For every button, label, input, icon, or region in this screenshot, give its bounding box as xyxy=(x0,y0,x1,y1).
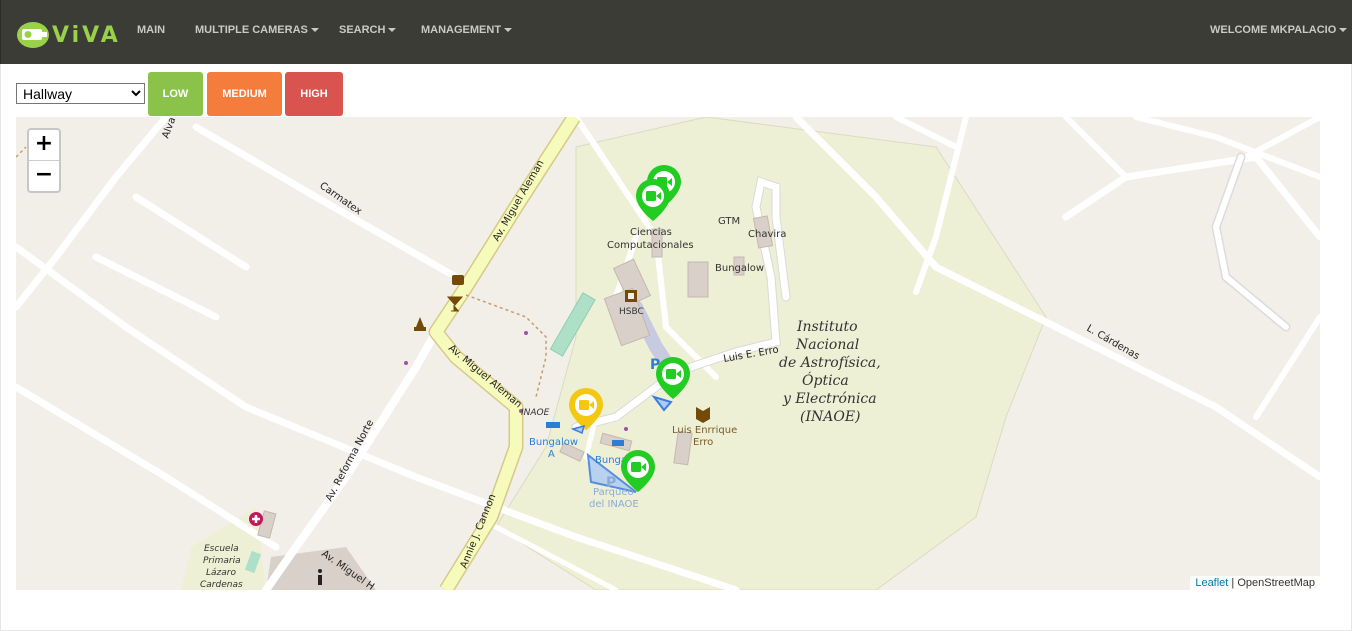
nav-user-menu[interactable]: WELCOME MKPALACIO xyxy=(1210,24,1348,36)
place-label: Erro xyxy=(693,437,713,448)
attribution-separator: | xyxy=(1228,577,1238,589)
place-label: Luis Enrrique xyxy=(672,425,737,436)
institute-label: Nacional xyxy=(795,337,859,353)
institute-label: de Astrofísica, xyxy=(779,355,881,371)
place-label: GTM xyxy=(718,216,740,227)
nav-multiple-cameras[interactable]: MULTIPLE CAMERAS xyxy=(195,24,319,36)
zoom-out-button[interactable]: − xyxy=(29,160,59,191)
road-label: Av. Miguel Aleman xyxy=(446,343,523,411)
nav-user-label: WELCOME MKPALACIO xyxy=(1210,24,1337,36)
place-label: HSBC xyxy=(619,307,644,317)
zoom-in-button[interactable]: + xyxy=(29,130,59,160)
place-label: A xyxy=(548,449,555,460)
map-attribution: Leaflet | OpenStreetMap xyxy=(1190,576,1320,590)
school-label: Escuela xyxy=(204,544,239,554)
caret-down-icon xyxy=(310,28,319,33)
low-button[interactable]: LOW xyxy=(148,72,203,116)
zoom-control: + − xyxy=(27,128,61,193)
institute-label: (INAOE) xyxy=(800,409,861,425)
school-label: Lázaro xyxy=(206,568,236,578)
brand-logo[interactable]: ViVA xyxy=(16,19,121,51)
place-label: del INAOE xyxy=(589,499,639,510)
high-button[interactable]: HIGH xyxy=(285,72,343,116)
leaflet-link[interactable]: Leaflet xyxy=(1195,577,1228,589)
restaurant-icon xyxy=(452,275,464,285)
place-label: Bungalow xyxy=(715,263,764,274)
nav-search-label: SEARCH xyxy=(339,24,386,36)
monument-icon xyxy=(414,317,426,331)
map-tiles[interactable]: Av. Miguel Aleman Av. Miguel Aleman Av. … xyxy=(16,117,1320,590)
place-label: Computacionales xyxy=(607,240,694,251)
school-label: Primaria xyxy=(203,556,241,566)
school-label: Cardenas xyxy=(200,580,243,590)
parking-label: P xyxy=(606,475,616,491)
top-navbar: ViVA MAIN MULTIPLE CAMERAS SEARCH MANAGE… xyxy=(0,0,1352,64)
road-label: Annie J. Cannon xyxy=(459,493,499,571)
nav-main-label: MAIN xyxy=(137,24,166,36)
road-label: Av. Miguel Aleman xyxy=(491,158,546,243)
information-icon xyxy=(318,569,322,585)
place-label: Chavira xyxy=(748,229,786,240)
osm-credit: OpenStreetMap xyxy=(1237,577,1315,589)
caret-down-icon xyxy=(1339,28,1348,33)
nav-management-label: MANAGEMENT xyxy=(421,24,502,36)
camera-logo-icon xyxy=(17,22,49,48)
caret-down-icon xyxy=(504,28,513,33)
nav-search[interactable]: SEARCH xyxy=(339,24,397,36)
nav-management[interactable]: MANAGEMENT xyxy=(421,24,513,36)
map-container[interactable]: Av. Miguel Aleman Av. Miguel Aleman Av. … xyxy=(16,117,1320,590)
institute-label: Óptica xyxy=(802,371,849,389)
institute-label: y Electrónica xyxy=(782,391,877,407)
nav-multiple-cameras-label: MULTIPLE CAMERAS xyxy=(195,24,308,36)
brand-name: ViVA xyxy=(52,22,121,48)
medium-button[interactable]: MEDIUM xyxy=(207,72,282,116)
hospital-icon xyxy=(249,512,263,526)
institute-label: Instituto xyxy=(796,319,858,335)
place-label: Ciencias xyxy=(630,227,672,238)
place-label: Bungalow xyxy=(529,437,578,448)
bank-icon xyxy=(625,290,637,302)
zone-select[interactable]: Hallway xyxy=(16,83,145,104)
caret-down-icon xyxy=(388,28,397,33)
nav-main[interactable]: MAIN xyxy=(137,24,165,36)
place-label: INAOE xyxy=(521,408,550,418)
